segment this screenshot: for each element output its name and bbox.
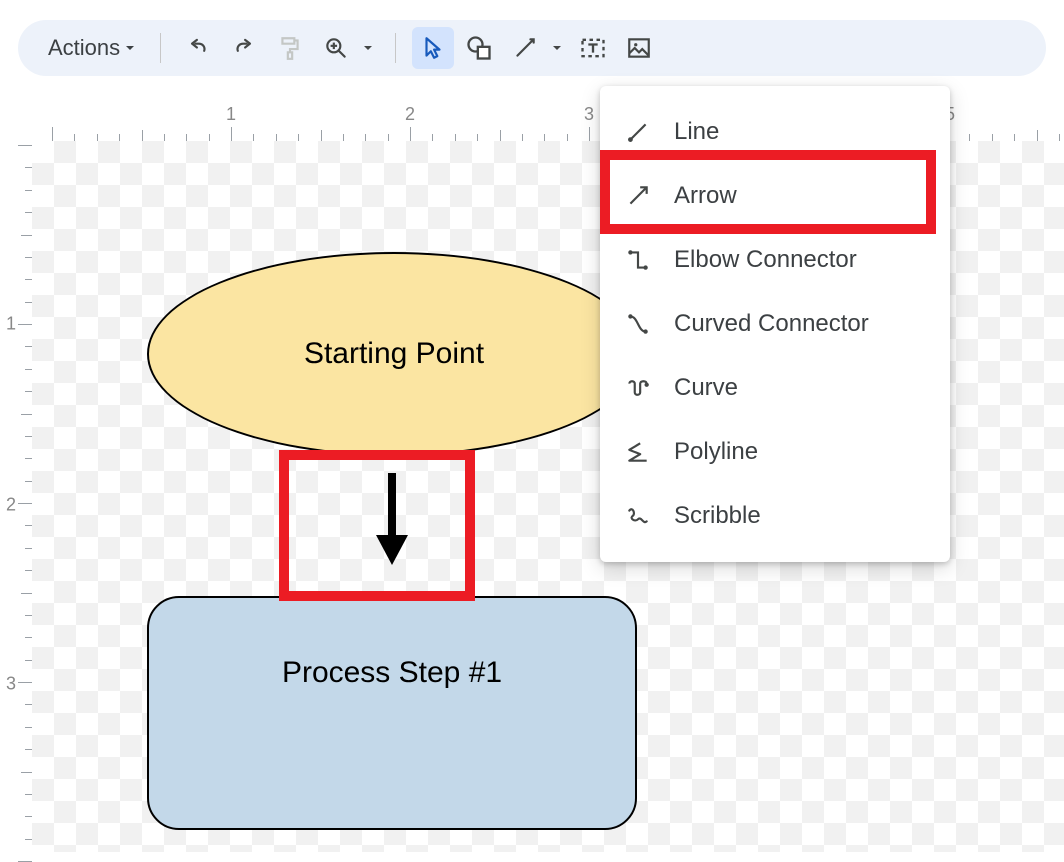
scribble-icon xyxy=(624,502,652,530)
line-tool-dropdown: Line Arrow Elbow Connector Curved Connec… xyxy=(600,86,950,562)
line-menu-item-polyline[interactable]: Polyline xyxy=(600,420,950,484)
line-tool-dropdown-button[interactable] xyxy=(546,42,568,54)
line-menu-item-elbow[interactable]: Elbow Connector xyxy=(600,228,950,292)
line-tool-group xyxy=(504,27,568,69)
caret-down-icon xyxy=(362,42,374,54)
zoom-button[interactable] xyxy=(315,27,357,69)
line-tool-button[interactable] xyxy=(504,27,546,69)
paint-roller-icon xyxy=(277,35,303,61)
menu-item-label: Curved Connector xyxy=(674,310,869,338)
ruler-label: 1 xyxy=(6,314,16,335)
image-button[interactable] xyxy=(618,27,660,69)
ruler-label: 2 xyxy=(405,104,415,125)
ruler-label: 2 xyxy=(6,495,16,516)
shapes-icon xyxy=(465,34,493,62)
menu-item-label: Arrow xyxy=(674,182,737,210)
menu-item-label: Curve xyxy=(674,374,738,402)
rounded-rect-shape[interactable]: Process Step #1 xyxy=(147,596,637,830)
polyline-icon xyxy=(624,438,652,466)
toolbar: Actions xyxy=(18,20,1046,76)
ruler-label: 1 xyxy=(226,104,236,125)
select-tool-button[interactable] xyxy=(412,27,454,69)
redo-button[interactable] xyxy=(223,27,265,69)
undo-icon xyxy=(185,35,211,61)
toolbar-separator xyxy=(395,33,396,63)
line-icon xyxy=(624,118,652,146)
caret-down-icon xyxy=(551,42,563,54)
actions-label: Actions xyxy=(48,35,120,61)
rect-label: Process Step #1 xyxy=(282,656,502,690)
ruler-label: 3 xyxy=(6,674,16,695)
ellipse-label: Starting Point xyxy=(304,337,484,371)
redo-icon xyxy=(231,35,257,61)
arrow-icon xyxy=(624,182,652,210)
shape-tool-button[interactable] xyxy=(458,27,500,69)
actions-menu-button[interactable]: Actions xyxy=(40,31,144,65)
line-menu-item-line[interactable]: Line xyxy=(600,100,950,164)
curved-connector-icon xyxy=(624,310,652,338)
zoom-group xyxy=(315,27,379,69)
curve-icon xyxy=(624,374,652,402)
ellipse-shape[interactable]: Starting Point xyxy=(147,252,641,456)
vertical-ruler: 1 2 3 xyxy=(0,141,33,852)
line-menu-item-curved[interactable]: Curved Connector xyxy=(600,292,950,356)
text-box-button[interactable] xyxy=(572,27,614,69)
line-menu-item-arrow[interactable]: Arrow xyxy=(600,164,950,228)
image-icon xyxy=(626,35,652,61)
menu-item-label: Elbow Connector xyxy=(674,246,857,274)
ruler-label: 3 xyxy=(584,104,594,125)
paint-format-button[interactable] xyxy=(269,27,311,69)
caret-down-icon xyxy=(124,42,136,54)
menu-item-label: Scribble xyxy=(674,502,761,530)
line-menu-item-scribble[interactable]: Scribble xyxy=(600,484,950,548)
elbow-connector-icon xyxy=(624,246,652,274)
zoom-dropdown-button[interactable] xyxy=(357,42,379,54)
menu-item-label: Polyline xyxy=(674,438,758,466)
cursor-icon xyxy=(420,35,446,61)
line-menu-item-curve[interactable]: Curve xyxy=(600,356,950,420)
text-box-icon xyxy=(579,34,607,62)
highlight-box xyxy=(279,450,475,601)
undo-button[interactable] xyxy=(177,27,219,69)
zoom-icon xyxy=(323,35,349,61)
line-icon xyxy=(512,35,538,61)
toolbar-separator xyxy=(160,33,161,63)
menu-item-label: Line xyxy=(674,118,719,146)
